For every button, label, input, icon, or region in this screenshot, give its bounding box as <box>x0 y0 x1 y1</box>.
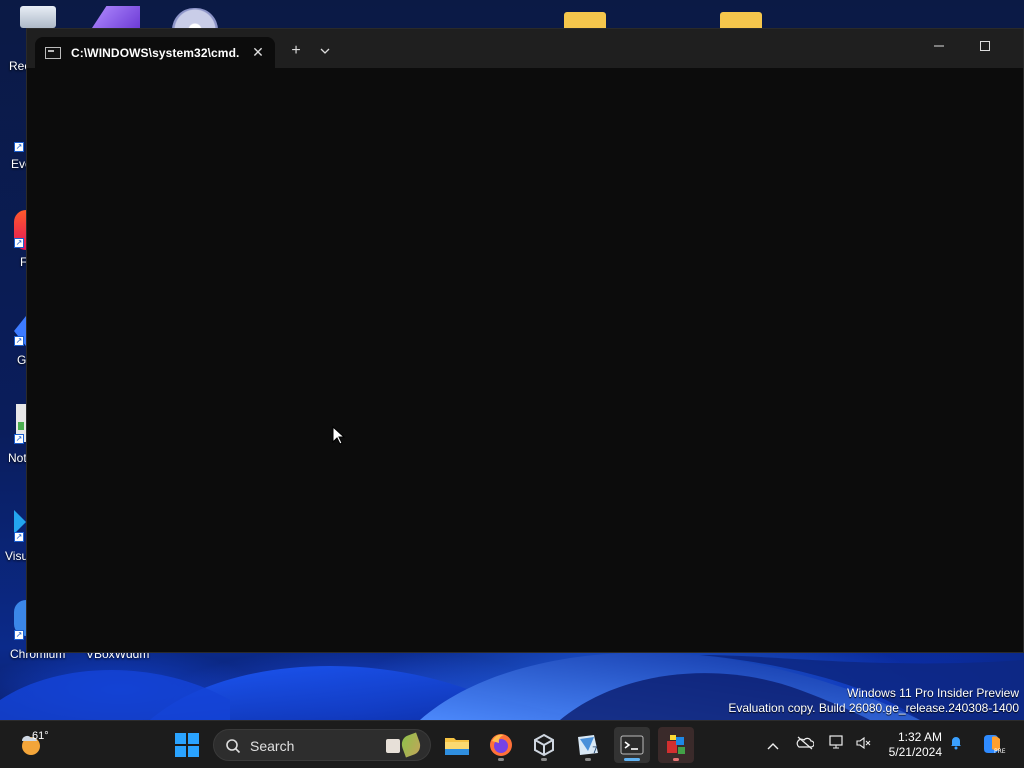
clock-time: 1:32 AM <box>897 730 942 744</box>
mouse-cursor-icon <box>332 426 346 445</box>
desktop-icon-label[interactable]: G <box>17 353 26 367</box>
onedrive-icon[interactable] <box>794 734 816 756</box>
folder-icon[interactable] <box>564 12 606 28</box>
tab-title: C:\WINDOWS\system32\cmd. <box>71 45 240 60</box>
taskbar: 61° Search 7 1:32 AM 5/21/2024 PRE <box>0 720 1024 768</box>
firefox-taskbar-button[interactable] <box>483 727 519 763</box>
active-indicator <box>624 758 640 761</box>
tool-taskbar-button[interactable]: 7 <box>570 727 606 763</box>
firefox-icon[interactable]: ↗ <box>14 210 26 250</box>
search-highlight-icon <box>384 732 424 758</box>
chevron-up-icon <box>767 743 779 750</box>
running-indicator <box>585 758 591 761</box>
close-tab-button[interactable]: ✕ <box>249 43 267 61</box>
watermark-line-1: Windows 11 Pro Insider Preview <box>847 686 1019 700</box>
folder-icon[interactable] <box>720 12 762 28</box>
minimize-icon <box>934 45 944 47</box>
weather-temperature: 61° <box>32 730 49 742</box>
maximize-button[interactable] <box>962 29 1008 65</box>
clock-date: 5/21/2024 <box>888 745 942 759</box>
chevron-down-icon <box>320 48 330 54</box>
clock[interactable]: 1:32 AM 5/21/2024 <box>870 730 942 760</box>
tab-cmd[interactable]: C:\WINDOWS\system32\cmd. ✕ <box>35 37 275 68</box>
terminal-taskbar-button[interactable] <box>614 727 650 763</box>
windows-logo-icon <box>175 733 199 757</box>
terminal-window[interactable]: C:\WINDOWS\system32\cmd. ✕ + <box>26 28 1024 653</box>
recycle-bin-icon <box>20 6 56 28</box>
title-bar[interactable]: C:\WINDOWS\system32\cmd. ✕ + <box>27 29 1023 68</box>
app-taskbar-button[interactable] <box>658 727 694 763</box>
desktop-icon-label[interactable]: Not <box>8 451 27 465</box>
watermark-line-2: Evaluation copy. Build 26080.ge_release.… <box>728 701 1019 715</box>
running-indicator <box>498 758 504 761</box>
running-indicator <box>541 758 547 761</box>
tab-dropdown-button[interactable] <box>311 37 339 65</box>
everything-icon[interactable]: ↗ <box>14 138 26 154</box>
svg-text:PRE: PRE <box>994 748 1006 755</box>
start-button[interactable] <box>174 732 200 758</box>
file-explorer-taskbar-button[interactable] <box>439 727 475 763</box>
running-indicator <box>673 758 679 761</box>
network-icon[interactable] <box>826 734 848 756</box>
maximize-icon <box>980 41 990 51</box>
search-box[interactable]: Search <box>213 729 431 761</box>
minimize-button[interactable] <box>916 29 962 65</box>
desktop-icon-label[interactable]: Visu <box>5 549 28 563</box>
recycle-bin-desktop-icon[interactable] <box>20 6 80 28</box>
svg-text:7: 7 <box>592 746 598 756</box>
folder-icon <box>445 738 469 755</box>
new-tab-button[interactable]: + <box>282 37 310 65</box>
search-icon <box>226 739 241 754</box>
copilot-icon[interactable]: PRE <box>980 731 1006 757</box>
notification-bell-icon[interactable] <box>945 734 967 756</box>
search-label: Search <box>250 738 295 754</box>
terminal-content[interactable] <box>27 68 1023 653</box>
cmd-icon <box>45 46 61 59</box>
show-hidden-icons-button[interactable] <box>762 734 784 756</box>
virtualbox-taskbar-button[interactable] <box>526 727 562 763</box>
